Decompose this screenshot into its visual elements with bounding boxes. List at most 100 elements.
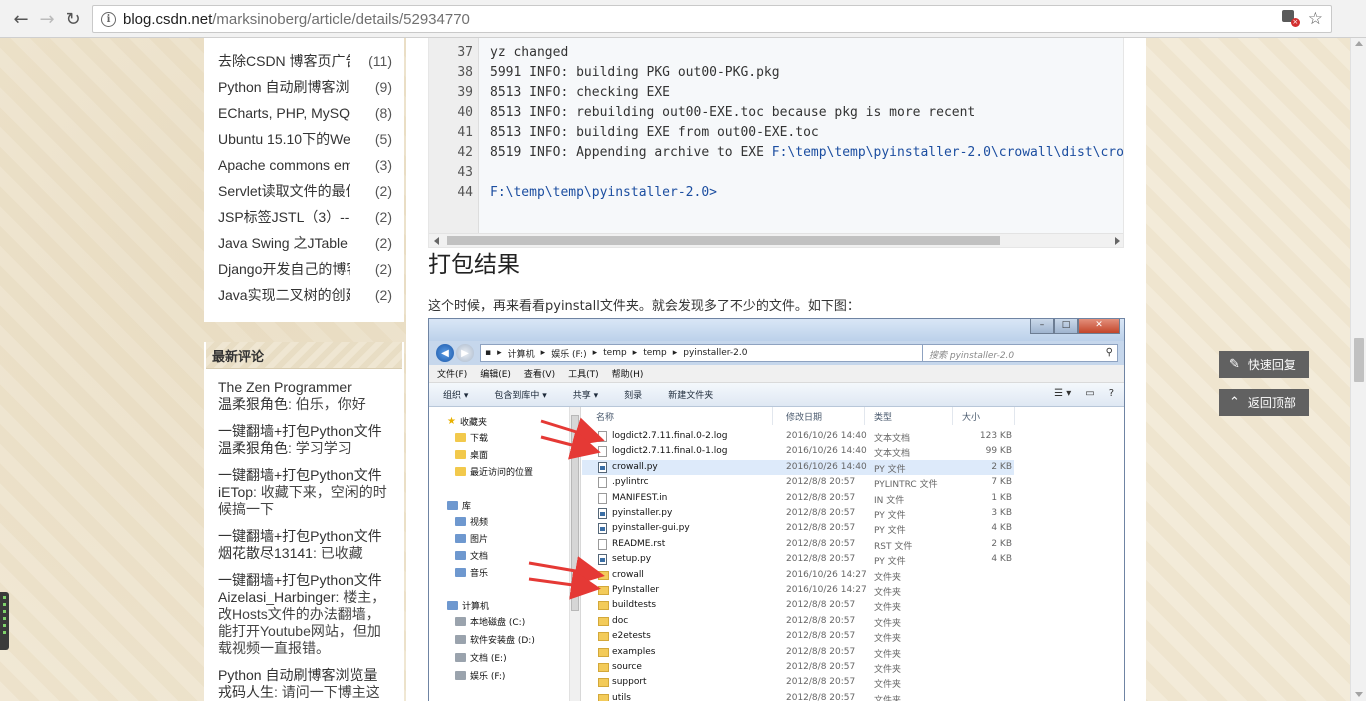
reload-icon[interactable]: ↻	[62, 8, 84, 30]
sidebar-article-item[interactable]: JSP标签JSTL（3）-- (2)	[204, 204, 404, 230]
scroll-down-icon[interactable]	[1355, 692, 1363, 697]
page-scrollbar[interactable]	[1350, 38, 1366, 701]
back-to-top-button[interactable]: ⌃ 返回顶部	[1219, 389, 1309, 416]
sidebar-article-title[interactable]: JSP标签JSTL（3）--	[218, 207, 350, 227]
explorer-address-row: ◀ ▶ ▪ ▸ 计算机 ▸ 娱乐 (F:) ▸ temp ▸ temp ▸ pyinstaller-…	[429, 341, 1124, 365]
scroll-thumb[interactable]	[447, 236, 1000, 245]
comment-article-link[interactable]: Python 自动刷博客浏览量	[218, 667, 390, 684]
address-bar[interactable]: i blog.csdn.net/marksinoberg/article/det…	[92, 5, 1332, 33]
file-date: 2012/8/8 20:57	[786, 508, 856, 518]
folder-icon	[455, 433, 466, 442]
folder-icon	[598, 586, 609, 595]
scroll-right-icon[interactable]	[1115, 237, 1120, 245]
file-size: 3 KB	[991, 508, 1012, 518]
file-row: doc 2012/8/8 20:57 文件夹	[582, 614, 1014, 629]
sidebar-article-item[interactable]: Servlet读取文件的最佳 (2)	[204, 178, 404, 204]
back-icon[interactable]: ←	[10, 8, 32, 30]
sidebar-article-item[interactable]: Django开发自己的博客 (2)	[204, 256, 404, 282]
code-horizontal-scrollbar[interactable]	[429, 233, 1123, 247]
breadcrumb-item: pyinstaller-2.0	[683, 348, 748, 358]
sidebar-article-title[interactable]: Servlet读取文件的最佳	[218, 181, 350, 201]
library-icon	[447, 501, 458, 510]
sidebar-article-title[interactable]: Apache commons email	[218, 157, 350, 173]
folder-icon	[455, 450, 466, 459]
sidebar-article-title[interactable]: ECharts, PHP, MySQL	[218, 105, 350, 121]
explorer-nav-item: 下载	[455, 431, 488, 444]
file-icon	[598, 523, 607, 535]
forward-icon[interactable]: →	[36, 8, 58, 30]
explorer-search: 搜索 pyinstaller-2.0 ⚲	[922, 344, 1118, 362]
file-date: 2012/8/8 20:57	[786, 692, 856, 701]
file-name: buildtests	[612, 600, 657, 611]
explorer-nav-label: 桌面	[470, 451, 489, 461]
scroll-up-icon[interactable]	[1355, 41, 1363, 46]
drive-icon	[455, 635, 466, 644]
sidebar-article-item[interactable]: Ubuntu 15.10下的Web (5)	[204, 126, 404, 152]
url-text[interactable]: blog.csdn.net/marksinoberg/article/detai…	[123, 11, 470, 28]
help-icon: ?	[1108, 388, 1114, 399]
comment-body: 温柔狠角色: 伯乐，你好	[218, 396, 390, 413]
file-size: 2 KB	[991, 461, 1012, 472]
nav-scrollbar	[569, 407, 580, 701]
sidebar-article-item[interactable]: Python 自动刷博客浏览量 (9)	[204, 74, 404, 100]
comment-article-link[interactable]: 一键翻墙+打包Python文件	[218, 423, 390, 440]
sidebar-article-item[interactable]: ECharts, PHP, MySQL (8)	[204, 100, 404, 126]
comment-article-link[interactable]: The Zen Programmer	[218, 379, 390, 396]
code-line: 8513 INFO: checking EXE	[490, 85, 670, 100]
sidebar-article-title[interactable]: Django开发自己的博客	[218, 259, 350, 279]
explorer-tool-item: 组织 ▾	[443, 391, 469, 401]
file-row: crowall 2016/10/26 14:27 文件夹	[582, 568, 1014, 583]
breadcrumb-item: temp	[643, 348, 667, 358]
quick-reply-button[interactable]: ✎ 快速回复	[1219, 351, 1309, 378]
file-type: 文件夹	[874, 588, 902, 598]
sidebar-article-title[interactable]: Java实现二叉树的创建	[218, 285, 350, 305]
explorer-nav-label: 收藏夹	[459, 418, 487, 428]
explorer-screenshot: – □ ✕ ◀ ▶ ▪ ▸ 计算机 ▸ 娱乐 (F:) ▸ temp ▸ temp ▸ pyinst…	[428, 318, 1125, 701]
sidebar-article-title[interactable]: 去除CSDN 博客页广告	[218, 51, 350, 71]
comment-author[interactable]: 戎码人生	[218, 684, 274, 700]
comment-author[interactable]: 温柔狠角色	[218, 396, 288, 412]
explorer-nav-item: 软件安装盘 (D:)	[455, 633, 535, 646]
comment-author[interactable]: iETop	[218, 484, 253, 500]
file-name: source	[612, 662, 642, 672]
col-date: 修改日期	[786, 413, 823, 423]
page-scroll-thumb[interactable]	[1354, 338, 1364, 382]
breadcrumb-sep-icon: ▸	[497, 348, 502, 358]
sidebar-article-item[interactable]: Java Swing 之JTable (2)	[204, 230, 404, 256]
comment-author[interactable]: 烟花散尽13141	[218, 545, 313, 561]
file-row: logdict2.7.11.final.0-2.log 2016/10/26 14…	[582, 429, 1014, 444]
file-icon	[598, 431, 607, 442]
sidebar-article-item[interactable]: Apache commons email (3)	[204, 152, 404, 178]
sidebar-latest-comments: 最新评论 The Zen Programmer 温柔狠角色: 伯乐，你好 一键翻墙+…	[204, 342, 404, 701]
file-date: 2012/8/8 20:57	[786, 600, 856, 611]
file-row: logdict2.7.11.final.0-1.log 2016/10/26 14…	[582, 444, 1014, 459]
comment-article-link[interactable]: 一键翻墙+打包Python文件	[218, 572, 390, 589]
file-row: support 2012/8/8 20:57 文件夹	[582, 675, 1014, 690]
comment-article-link[interactable]: 一键翻墙+打包Python文件	[218, 528, 390, 545]
sidebar-article-title[interactable]: Python 自动刷博客浏览量	[218, 77, 350, 97]
quick-reply-label: 快速回复	[1247, 358, 1296, 372]
sidebar-article-item[interactable]: Java实现二叉树的创建 (2)	[204, 282, 404, 308]
close-icon: ✕	[1078, 319, 1120, 334]
info-icon[interactable]: i	[101, 11, 116, 27]
sidebar-article-title[interactable]: Java Swing 之JTable	[218, 233, 350, 253]
file-name: logdict2.7.11.final.0-1.log	[612, 446, 728, 457]
explorer-menu-item: 编辑(E)	[480, 370, 511, 380]
url-host: blog.csdn.net	[123, 10, 213, 28]
side-widget-handle[interactable]	[0, 592, 9, 650]
explorer-nav-label: 本地磁盘 (C:)	[470, 618, 526, 628]
scroll-left-icon[interactable]	[434, 237, 439, 245]
explorer-file-list: 名称 修改日期 类型 大小 logdict2.7.11.final.0-2.lo…	[582, 407, 1124, 701]
comment-article-link[interactable]: 一键翻墙+打包Python文件	[218, 467, 390, 484]
extension-icon[interactable]: ×	[1281, 10, 1300, 27]
bookmark-star-icon[interactable]: ☆	[1308, 10, 1323, 28]
comment-author[interactable]: 温柔狠角色	[218, 440, 288, 456]
file-name: pyinstaller.py	[612, 508, 673, 518]
magnifier-icon: ⚲	[1105, 347, 1113, 358]
sidebar-article-title[interactable]: Ubuntu 15.10下的Web	[218, 129, 350, 149]
code-line: 8519 INFO: Appending archive to EXE F:\t…	[490, 145, 1123, 160]
code-line-number: 43	[457, 165, 473, 180]
comment-author[interactable]: Aizelasi_Harbinger	[218, 589, 336, 605]
library-icon	[447, 601, 458, 610]
sidebar-article-item[interactable]: 去除CSDN 博客页广告 (11)	[204, 48, 404, 74]
